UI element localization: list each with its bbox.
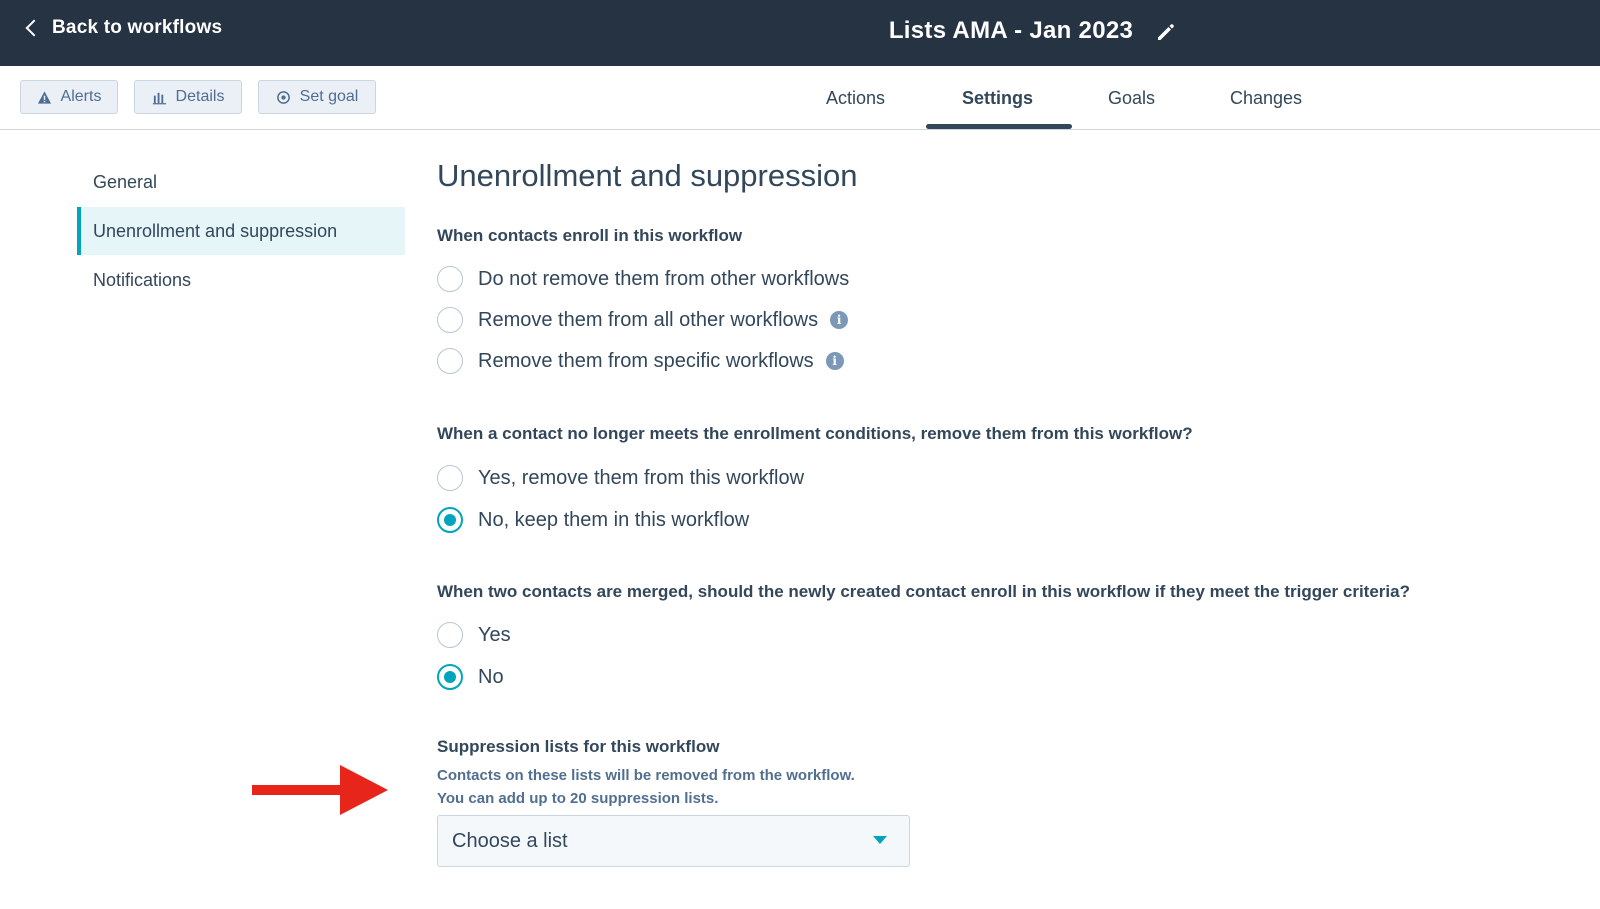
set-goal-label: Set goal — [299, 88, 359, 105]
radio-label: Yes, remove them from this workflow — [478, 466, 805, 489]
warning-icon — [37, 90, 51, 104]
radio-label: No — [478, 665, 504, 688]
caret-down-icon — [873, 836, 887, 844]
details-button[interactable]: Details — [134, 80, 242, 114]
sidebar-item-notifications[interactable]: Notifications — [77, 256, 405, 304]
set-goal-button[interactable]: Set goal — [258, 80, 376, 114]
radio-label: No, keep them in this workflow — [478, 508, 750, 531]
radio-button[interactable] — [437, 348, 463, 374]
radio-merge-yes[interactable]: Yes — [437, 620, 511, 650]
tab-goals[interactable]: Goals — [1108, 88, 1155, 109]
tab-actions-label: Actions — [826, 88, 886, 108]
conditions-section-label: When a contact no longer meets the enrol… — [437, 424, 1193, 443]
tab-settings-label: Settings — [962, 88, 1034, 108]
radio-no-keep[interactable]: No, keep them in this workflow — [437, 505, 749, 535]
target-icon — [276, 90, 290, 104]
select-value: Choose a list — [452, 829, 568, 852]
page-title: Unenrollment and suppression — [437, 158, 858, 193]
tab-settings[interactable]: Settings — [962, 88, 1033, 109]
sidebar-item-label: General — [93, 171, 158, 192]
radio-merge-no[interactable]: No — [437, 662, 504, 692]
sidebar-item-label: Unenrollment and suppression — [93, 220, 338, 241]
radio-yes-remove[interactable]: Yes, remove them from this workflow — [437, 463, 804, 493]
radio-button[interactable] — [437, 465, 463, 491]
merge-section-label: When two contacts are merged, should the… — [437, 582, 1410, 601]
tab-goals-label: Goals — [1108, 88, 1156, 108]
pencil-icon[interactable] — [1154, 20, 1178, 44]
sidebar-item-general[interactable]: General — [77, 158, 405, 206]
info-icon[interactable]: i — [825, 352, 844, 370]
radio-label: Yes — [478, 623, 511, 646]
sidebar-item-unenrollment[interactable]: Unenrollment and suppression — [77, 207, 405, 255]
active-tab-indicator — [926, 124, 1072, 129]
workflow-title: Lists AMA - Jan 2023 — [888, 17, 1134, 44]
workflow-title-wrap: Lists AMA - Jan 2023 — [0, 17, 1600, 45]
radio-label: Remove them from specific workflows — [478, 349, 814, 372]
radio-button-checked[interactable] — [437, 507, 463, 533]
radio-label: Do not remove them from other workflows — [478, 267, 850, 290]
alerts-button[interactable]: Alerts — [20, 80, 118, 114]
enroll-section-label: When contacts enroll in this workflow — [437, 226, 743, 245]
tab-changes[interactable]: Changes — [1230, 88, 1302, 109]
tab-changes-label: Changes — [1230, 88, 1303, 108]
radio-button[interactable] — [437, 622, 463, 648]
suppression-list-select[interactable]: Choose a list — [437, 815, 910, 867]
radio-button[interactable] — [437, 266, 463, 292]
radio-label: Remove them from all other workflows — [478, 308, 819, 331]
radio-button-checked[interactable] — [437, 664, 463, 690]
alerts-label: Alerts — [60, 88, 102, 105]
bar-chart-icon — [152, 92, 166, 104]
top-header: Back to workflows Lists AMA - Jan 2023 — [0, 0, 1600, 66]
sub-header: Alerts Details Set goal Actions Settings… — [0, 66, 1600, 130]
sidebar-item-label: Notifications — [93, 269, 192, 290]
tab-actions[interactable]: Actions — [826, 88, 885, 109]
info-icon[interactable]: i — [830, 311, 849, 329]
suppression-section-label: Suppression lists for this workflow — [437, 737, 720, 756]
suppression-help-line-2: You can add up to 20 suppression lists. — [437, 790, 719, 807]
red-arrow-icon — [252, 765, 388, 815]
radio-remove-specific[interactable]: Remove them from specific workflows i — [437, 346, 844, 376]
radio-button[interactable] — [437, 307, 463, 333]
radio-do-not-remove[interactable]: Do not remove them from other workflows — [437, 264, 849, 294]
suppression-help-line-1: Contacts on these lists will be removed … — [437, 767, 855, 784]
details-label: Details — [175, 88, 225, 105]
radio-remove-all[interactable]: Remove them from all other workflows i — [437, 305, 849, 335]
